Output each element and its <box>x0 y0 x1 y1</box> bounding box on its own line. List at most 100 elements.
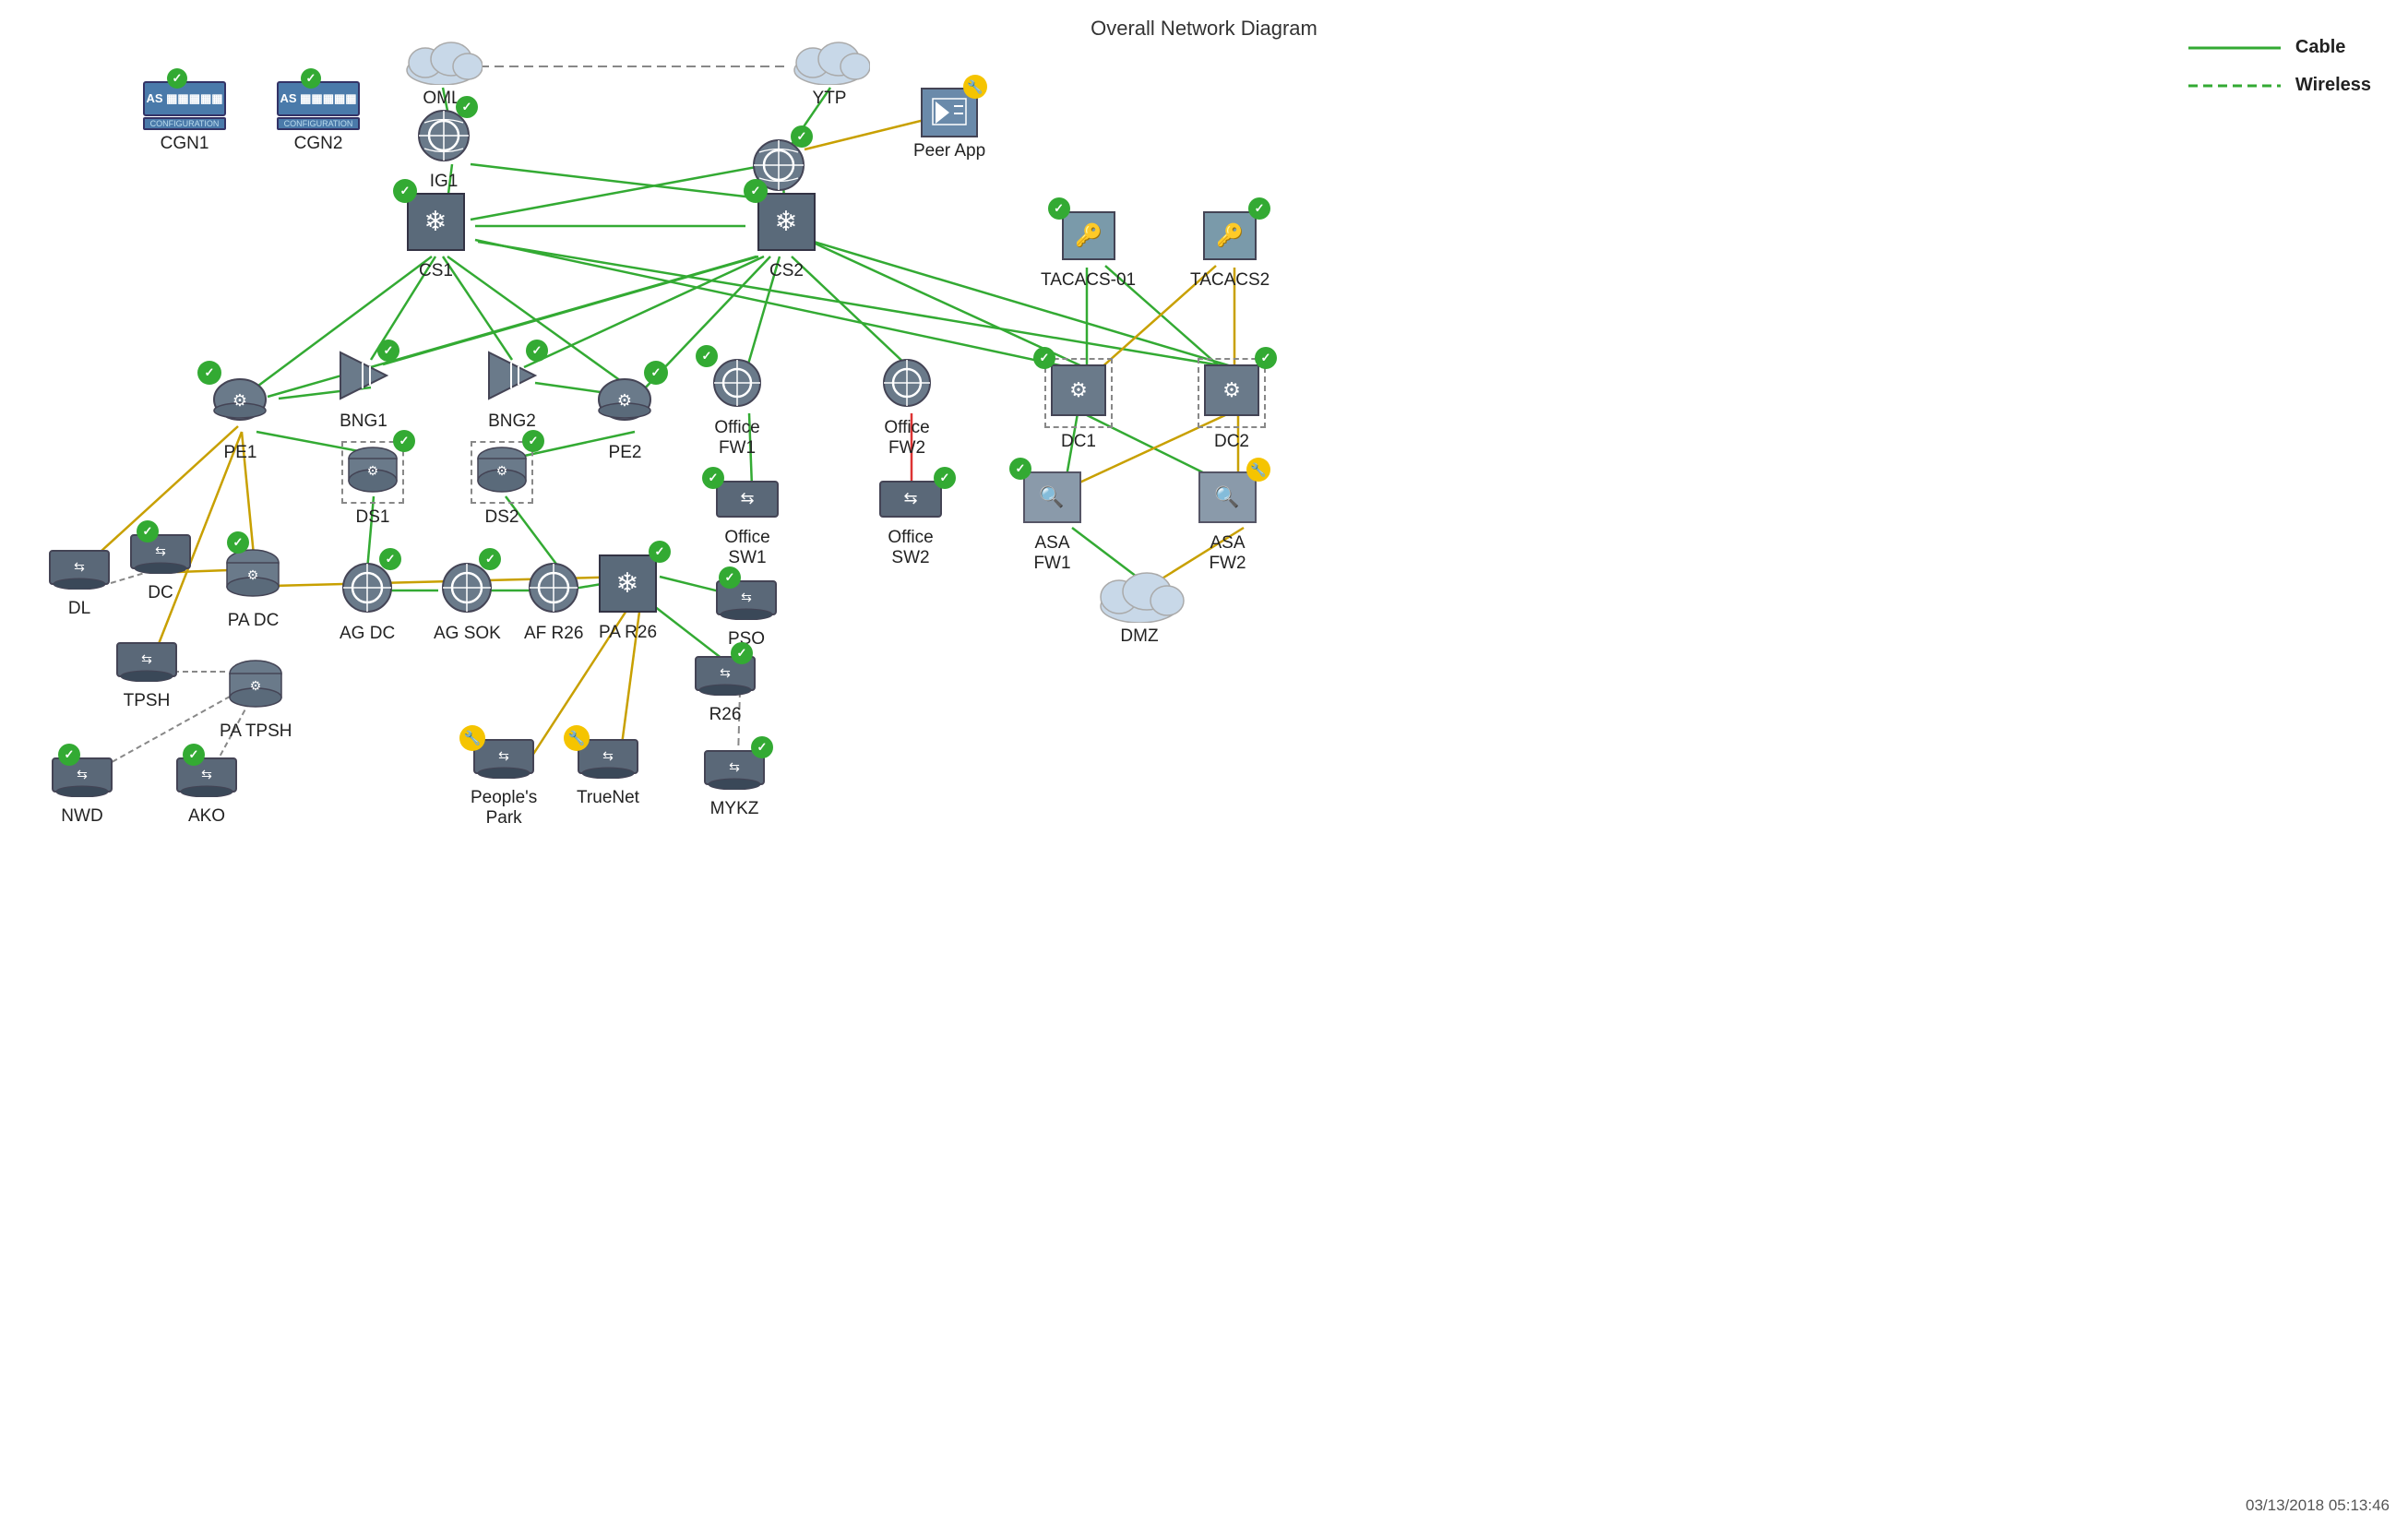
label-DC: DC <box>148 583 173 603</box>
label-DS1: DS1 <box>356 507 390 528</box>
svg-text:❄: ❄ <box>615 568 638 599</box>
node-PE1: ✓ ⚙ PE1 <box>210 374 270 463</box>
node-MYKZ: ✓ ⇆ MYKZ <box>703 749 766 819</box>
label-DC2: DC2 <box>1214 432 1249 452</box>
node-TrueNet: 🔧 ⇆ TrueNet <box>577 738 639 808</box>
node-BNG1: ✓ BNG1 <box>337 349 390 432</box>
node-TACACS2: ✓ 🔑 TACACS2 <box>1190 210 1270 291</box>
svg-text:⚙: ⚙ <box>1069 378 1088 401</box>
label-DMZ: DMZ <box>1120 626 1158 647</box>
status-TrueNet: 🔧 <box>564 725 590 751</box>
status-CGN2: ✓ <box>301 68 321 89</box>
node-PSO: ✓ ⇆ PSO <box>715 579 778 650</box>
node-DMZ: DMZ <box>1093 567 1186 647</box>
node-ASAFW1: ✓ 🔍 ASA FW1 <box>1022 471 1082 574</box>
node-PADC: ✓ ⚙ PA DC <box>223 544 283 631</box>
node-OfficeSW2: ✓ ⇆ Office SW2 <box>878 480 943 568</box>
label-YTP: YTP <box>813 89 847 109</box>
label-PATPSH: PA TPSH <box>220 721 292 742</box>
label-CGN2: CGN2 <box>294 134 343 154</box>
node-PeoplesP: 🔧 ⇆ People's Park <box>471 738 537 829</box>
icon-DC1: ⚙ <box>1050 364 1107 417</box>
svg-text:❄: ❄ <box>774 207 797 237</box>
icon-DL: ⇆ <box>48 549 111 590</box>
node-AKO: ✓ ⇆ AKO <box>175 757 238 827</box>
label-BNG2: BNG2 <box>488 411 536 432</box>
icon-OfficeSW2: ⇆ <box>878 480 943 519</box>
node-PAR26: ✓ ❄ PA R26 <box>598 554 658 643</box>
node-PeerApp: 🔧 Peer App <box>913 88 985 161</box>
label-OfficeSW1: Office SW1 <box>724 528 769 568</box>
svg-text:🔑: 🔑 <box>1216 221 1244 248</box>
node-DC1: ✓ ⚙ DC1 <box>1044 358 1113 452</box>
svg-text:⇆: ⇆ <box>602 748 614 763</box>
status-PeoplesP: 🔧 <box>459 725 485 751</box>
node-AGSOK: ✓ AG SOK <box>434 561 501 644</box>
label-R26: R26 <box>709 705 742 725</box>
label-AGSOK: AG SOK <box>434 624 501 644</box>
status-IG1: ✓ <box>456 96 478 118</box>
label-BNG1: BNG1 <box>340 411 387 432</box>
icon-PAR26: ❄ <box>598 554 658 614</box>
node-AFR26: AF R26 <box>524 561 583 644</box>
status-AGSOK: ✓ <box>479 548 501 570</box>
node-IG1: ✓ IG1 <box>417 109 471 192</box>
icon-PE1: ⚙ <box>210 374 270 434</box>
node-R26: ✓ ⇆ R26 <box>694 655 757 725</box>
label-DC1: DC1 <box>1061 432 1096 452</box>
status-PADC: ✓ <box>227 531 249 554</box>
label-TACACS01: TACACS-01 <box>1041 270 1136 291</box>
svg-text:🔑: 🔑 <box>1075 221 1103 248</box>
icon-NWD: ⇆ <box>51 757 113 797</box>
node-TPSH: ⇆ TPSH <box>115 641 178 711</box>
status-PE2: ✓ <box>644 361 668 385</box>
icon-TACACS2: 🔑 <box>1202 210 1258 261</box>
status-OfficeFW1: ✓ <box>696 345 718 367</box>
legend-cable: Cable <box>2188 37 2371 58</box>
status-R26: ✓ <box>731 642 753 664</box>
svg-text:⇆: ⇆ <box>201 767 212 781</box>
icon-OfficeSW1: ⇆ <box>715 480 780 519</box>
node-OfficeFW1: ✓ Office FW1 <box>709 358 766 459</box>
label-DL: DL <box>68 599 90 619</box>
icon-AFR26 <box>527 561 580 614</box>
status-BNG2: ✓ <box>526 340 548 362</box>
svg-text:⇆: ⇆ <box>741 590 752 604</box>
label-AFR26: AF R26 <box>524 624 583 644</box>
label-NWD: NWD <box>61 806 102 827</box>
status-CS2: ✓ <box>744 179 768 203</box>
label-AGDC: AG DC <box>340 624 395 644</box>
label-PE1: PE1 <box>224 443 257 463</box>
cloud-icon-DMZ <box>1093 567 1186 623</box>
svg-text:⇆: ⇆ <box>720 665 731 680</box>
icon-PADC: ⚙ <box>223 544 283 602</box>
svg-text:⚙: ⚙ <box>247 567 259 582</box>
node-CS2: ✓ ❄ CS2 <box>757 192 817 281</box>
node-BNG2: ✓ BNG2 <box>485 349 539 432</box>
status-PE1: ✓ <box>197 361 221 385</box>
svg-text:🔍: 🔍 <box>1214 483 1239 508</box>
icon-DC2: ⚙ <box>1203 364 1260 417</box>
status-PAR26: ✓ <box>649 541 671 563</box>
node-CGN1: ✓ AS ▦▦▦▦▦ CONFIGURATION CGN1 <box>143 81 226 154</box>
status-ASAFW1: ✓ <box>1009 458 1031 480</box>
svg-text:⇆: ⇆ <box>740 489 754 507</box>
legend-wireless: Wireless <box>2188 75 2371 96</box>
icon-DC: ⇆ <box>129 533 192 574</box>
svg-text:⇆: ⇆ <box>729 759 740 774</box>
icon-OfficeFW2 <box>878 358 936 409</box>
status-PSO: ✓ <box>719 566 741 589</box>
status-OfficeSW1: ✓ <box>702 467 724 489</box>
status-OfficeSW2: ✓ <box>934 467 956 489</box>
node-DL: ⇆ DL <box>48 549 111 619</box>
svg-text:⚙: ⚙ <box>232 391 247 410</box>
node-DS1: ✓ ⚙ DS1 <box>341 441 404 528</box>
icon-CGN2: AS ▦▦▦▦▦ <box>277 81 360 116</box>
svg-text:⚙: ⚙ <box>496 463 508 478</box>
node-OfficeSW1: ✓ ⇆ Office SW1 <box>715 480 780 568</box>
status-NWD: ✓ <box>58 744 80 766</box>
svg-text:⇆: ⇆ <box>155 543 166 558</box>
cloud-icon-OML <box>401 35 483 85</box>
status-PeerApp: 🔧 <box>963 75 987 99</box>
svg-text:⇆: ⇆ <box>141 651 152 666</box>
